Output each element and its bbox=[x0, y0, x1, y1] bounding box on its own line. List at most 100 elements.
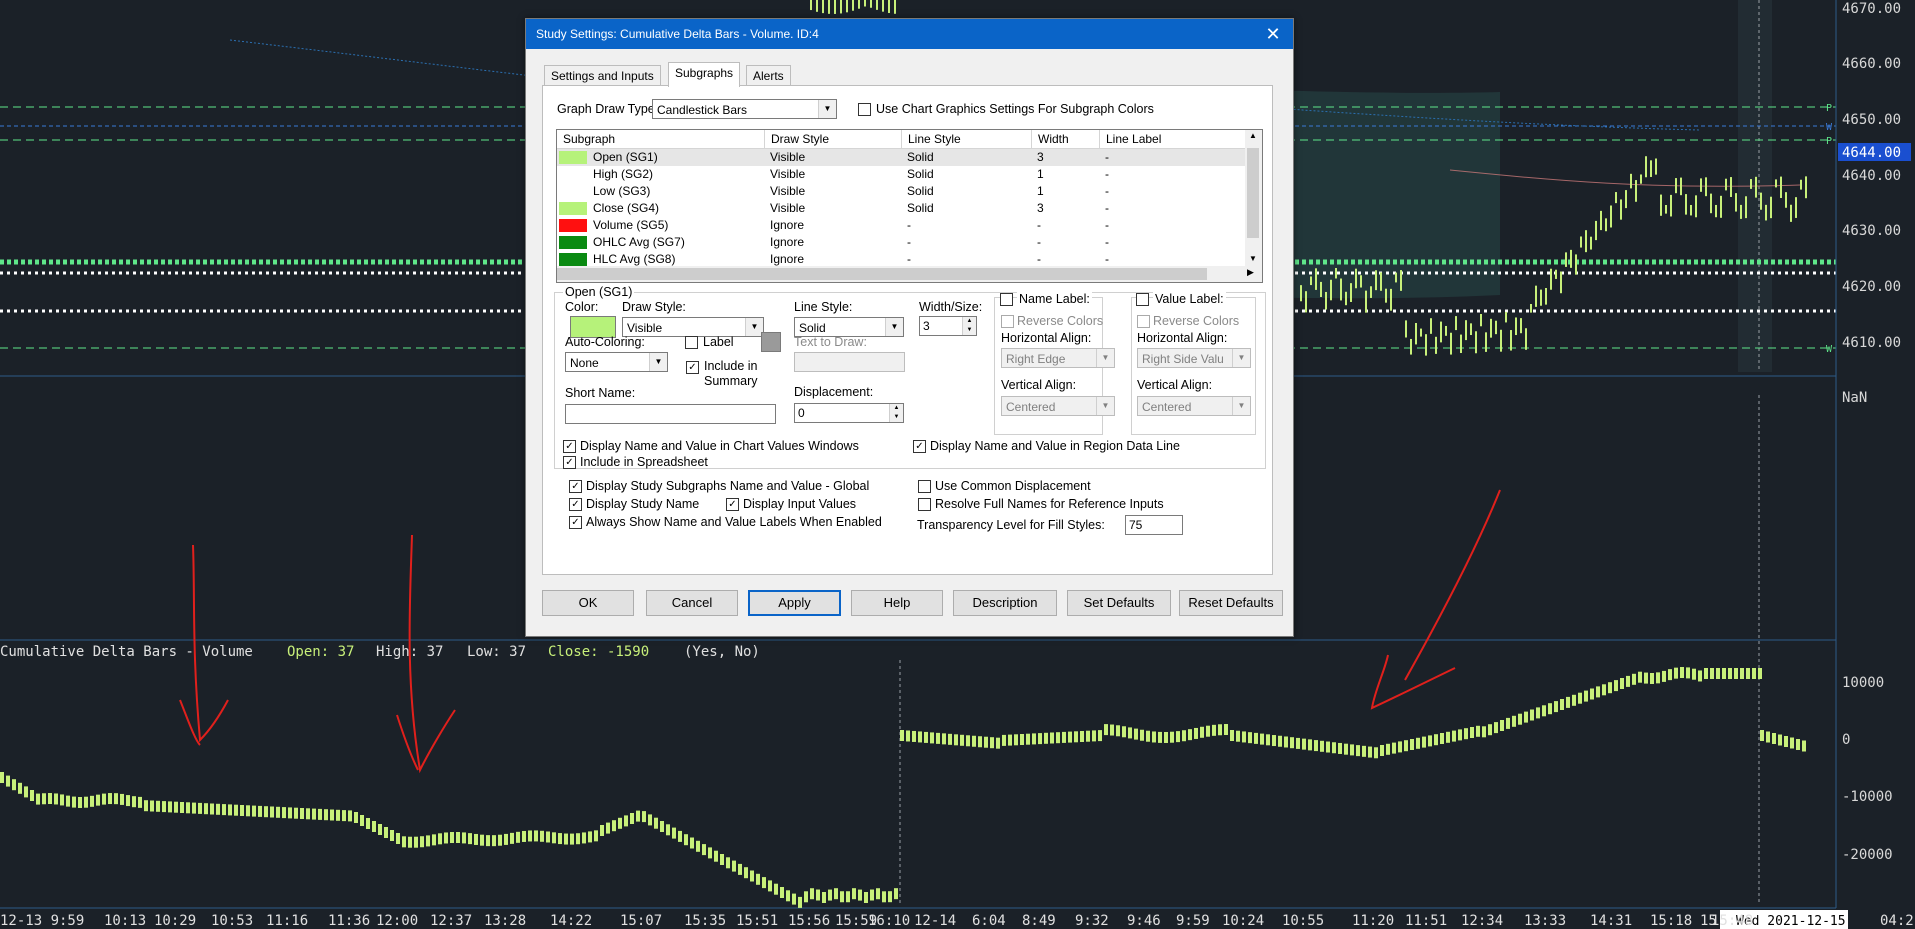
price-bar bbox=[1520, 318, 1522, 334]
delta-bar bbox=[1638, 671, 1642, 683]
include-spreadsheet-checkbox[interactable]: ✓ bbox=[563, 456, 576, 469]
value-reverse-colors-checkbox[interactable] bbox=[1137, 315, 1150, 328]
delta-bar bbox=[870, 889, 874, 901]
tab-alerts[interactable]: Alerts bbox=[746, 65, 791, 86]
graph-draw-type-select[interactable]: Candlestick Bars ▼ bbox=[652, 99, 837, 119]
table-row[interactable]: OHLC Avg (SG7) Ignore - - - bbox=[557, 234, 1245, 251]
dialog-title-bar[interactable]: Study Settings: Cumulative Delta Bars - … bbox=[526, 19, 1293, 49]
name-vertical-align-select[interactable]: Centered ▼ bbox=[1001, 396, 1115, 416]
tab-settings-and-inputs[interactable]: Settings and Inputs bbox=[544, 65, 661, 86]
width-size-input[interactable]: 3 ▲ ▼ bbox=[919, 316, 977, 336]
spinner-icon[interactable]: ▲ ▼ bbox=[962, 317, 976, 335]
reset-defaults-button[interactable]: Reset Defaults bbox=[1179, 590, 1283, 616]
table-row[interactable]: Close (SG4) Visible Solid 3 - bbox=[557, 200, 1245, 217]
subgraph-rows: Open (SG1) Visible Solid 3 - High (SG2) Visibl… bbox=[557, 149, 1245, 267]
vertical-scrollbar[interactable]: ▲ ▼ bbox=[1245, 130, 1262, 266]
scrollbar-thumb[interactable] bbox=[1247, 148, 1259, 238]
hscrollbar-thumb[interactable] bbox=[557, 268, 1207, 280]
label-checkbox[interactable] bbox=[685, 336, 698, 349]
price-bar bbox=[1645, 156, 1647, 178]
draw-style-select[interactable]: Visible ▼ bbox=[622, 317, 764, 337]
delta-bar bbox=[186, 802, 190, 814]
delta-bar bbox=[1398, 741, 1402, 753]
table-row[interactable]: Low (SG3) Visible Solid 1 - bbox=[557, 183, 1245, 200]
value-vertical-align-select[interactable]: Centered ▼ bbox=[1137, 396, 1251, 416]
line-style-select[interactable]: Solid ▼ bbox=[794, 317, 904, 337]
price-bar bbox=[1800, 179, 1802, 190]
delta-bar bbox=[306, 808, 310, 820]
delta-bar bbox=[450, 832, 454, 844]
delta-bar bbox=[810, 888, 814, 900]
delta-bar bbox=[750, 870, 754, 882]
always-show-labels-checkbox[interactable]: ✓ bbox=[569, 516, 582, 529]
chevron-down-icon: ▼ bbox=[1096, 397, 1114, 415]
delta-bar bbox=[18, 782, 22, 794]
price-bar bbox=[1315, 268, 1317, 290]
level-marker: P bbox=[1826, 103, 1832, 114]
delta-bar bbox=[1722, 668, 1726, 679]
auto-coloring-select[interactable]: None ▼ bbox=[565, 352, 668, 372]
delta-bar bbox=[1614, 680, 1618, 692]
use-chart-graphics-checkbox[interactable] bbox=[858, 103, 871, 116]
display-global-checkbox[interactable]: ✓ bbox=[569, 480, 582, 493]
text-to-draw-input[interactable] bbox=[794, 352, 905, 372]
value-horizontal-align-select[interactable]: Right Side Valu ▼ bbox=[1137, 348, 1251, 368]
name-reverse-colors-checkbox[interactable] bbox=[1001, 315, 1014, 328]
delta-bar bbox=[1002, 734, 1006, 746]
study-settings-dialog[interactable]: Study Settings: Cumulative Delta Bars - … bbox=[525, 18, 1294, 637]
apply-button[interactable]: Apply bbox=[748, 590, 841, 616]
cancel-button[interactable]: Cancel bbox=[646, 590, 738, 616]
value-label-checkbox[interactable] bbox=[1136, 293, 1149, 306]
subgraph-list[interactable]: Subgraph Draw Style Line Style Width Lin… bbox=[556, 129, 1263, 283]
spinner-icon[interactable]: ▲ ▼ bbox=[889, 404, 903, 422]
name-label-checkbox[interactable] bbox=[1000, 293, 1013, 306]
set-defaults-button[interactable]: Set Defaults bbox=[1067, 590, 1171, 616]
table-row[interactable]: Volume (SG5) Ignore - - - bbox=[557, 217, 1245, 234]
resolve-full-names-checkbox[interactable] bbox=[918, 498, 931, 511]
transparency-input[interactable]: 75 bbox=[1125, 515, 1183, 535]
description-button[interactable]: Description bbox=[953, 590, 1057, 616]
price-bar bbox=[1370, 286, 1372, 298]
table-row[interactable]: High (SG2) Visible Solid 1 - bbox=[557, 166, 1245, 183]
ok-button[interactable]: OK bbox=[542, 590, 634, 616]
short-name-input[interactable] bbox=[565, 404, 776, 424]
horizontal-scrollbar[interactable]: ▶ bbox=[557, 266, 1262, 282]
include-summary-checkbox[interactable]: ✓ bbox=[686, 361, 699, 374]
delta-bar bbox=[36, 793, 40, 805]
scroll-down-icon[interactable]: ▼ bbox=[1249, 254, 1257, 263]
delta-bar bbox=[438, 833, 442, 845]
display-study-name-checkbox[interactable]: ✓ bbox=[569, 498, 582, 511]
delta-bar bbox=[120, 793, 124, 805]
subgraph-width: - bbox=[1037, 252, 1041, 266]
price-bar bbox=[1535, 285, 1537, 307]
display-input-values-checkbox[interactable]: ✓ bbox=[726, 498, 739, 511]
price-bar bbox=[1565, 252, 1567, 267]
delta-bar bbox=[1026, 733, 1030, 745]
scroll-up-icon[interactable]: ▲ bbox=[1249, 131, 1257, 140]
help-button[interactable]: Help bbox=[851, 590, 943, 616]
label-color-swatch[interactable] bbox=[761, 332, 781, 352]
displacement-input[interactable]: 0 ▲ ▼ bbox=[794, 403, 904, 423]
use-common-displacement-checkbox[interactable] bbox=[918, 480, 931, 493]
delta-bar bbox=[1062, 731, 1066, 743]
tab-subgraphs[interactable]: Subgraphs bbox=[668, 62, 741, 87]
header-subgraph[interactable]: Subgraph bbox=[563, 132, 615, 146]
delta-bar bbox=[1254, 732, 1258, 744]
table-row[interactable]: Open (SG1) Visible Solid 3 - bbox=[557, 149, 1245, 166]
price-bar bbox=[1550, 268, 1552, 290]
scroll-right-icon[interactable]: ▶ bbox=[1247, 267, 1254, 278]
delta-bar bbox=[918, 731, 922, 743]
table-row[interactable]: HLC Avg (SG8) Ignore - - - bbox=[557, 251, 1245, 267]
price-bar bbox=[1575, 254, 1577, 275]
price-bar bbox=[1570, 249, 1572, 268]
detail-group-title: Open (SG1) bbox=[563, 285, 635, 299]
display-region-checkbox[interactable]: ✓ bbox=[913, 440, 926, 453]
display-chart-values-checkbox[interactable]: ✓ bbox=[563, 440, 576, 453]
close-icon[interactable]: ✕ bbox=[1253, 19, 1293, 49]
name-horizontal-align-select[interactable]: Right Edge ▼ bbox=[1001, 348, 1115, 368]
price-bar bbox=[1485, 332, 1487, 352]
price-label: 4660.00 bbox=[1842, 56, 1901, 72]
delta-bar bbox=[30, 790, 34, 801]
delta-bar bbox=[1428, 735, 1432, 747]
delta-bar bbox=[1302, 738, 1306, 750]
